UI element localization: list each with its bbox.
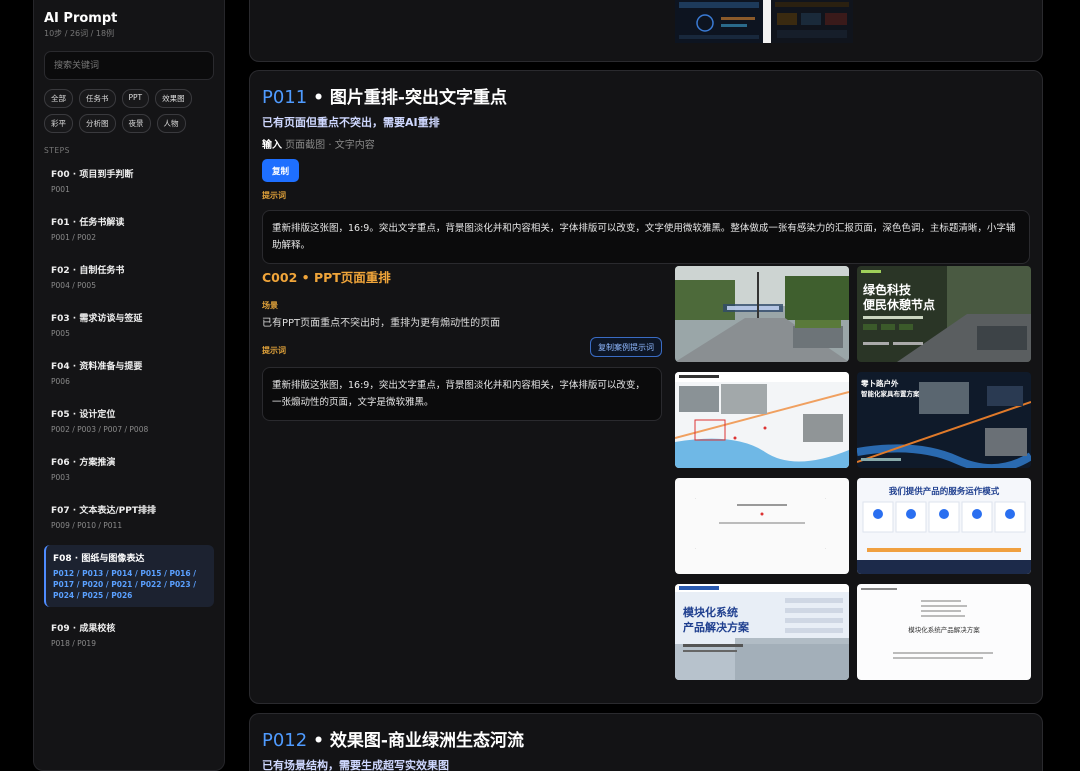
step-f05[interactable]: F05 · 设计定位 P002 / P003 / P007 / P008 (44, 401, 214, 441)
gallery-title: 绿色科技 (863, 282, 912, 297)
prompt-card-p012: P012 • 效果图-商业绿洲生态河流 已有场景结构，需要生成超写实效果图 (249, 713, 1043, 771)
prompt-title: P012 • 效果图-商业绿洲生态河流 (262, 726, 1030, 751)
case-c002: C002 • PPT页面重排 场景 已有PPT页面重点不突出时，重排为更有煽动性… (262, 267, 662, 421)
prompt-title: P011 • 图片重排-突出文字重点 (262, 83, 1030, 108)
step-f04[interactable]: F04 · 资料准备与提要 P006 (44, 353, 214, 393)
step-title: F03 · 需求访谈与签延 (51, 314, 143, 324)
input-label: 输入 (262, 140, 282, 151)
filter-chip-all[interactable]: 全部 (44, 89, 73, 108)
step-f03[interactable]: F03 · 需求访谈与签延 P005 (44, 305, 214, 345)
gallery-image-street-before[interactable] (675, 266, 849, 362)
filter-chip-ppt[interactable]: PPT (121, 89, 150, 108)
main-content: P011 • 图片重排-突出文字重点 已有页面但重点不突出，需要AI重排 输入 … (236, 0, 1080, 771)
case-title: C002 • PPT页面重排 (262, 270, 391, 285)
gallery-title: 智能化家具布置方案 (861, 389, 920, 398)
case-gallery: 绿色科技 便民休憩节点 零卜路户外 智能化家具布置方案 我们提供产品的服务运作模… (675, 266, 1031, 680)
step-title: F00 · 项目到手判断 (51, 170, 134, 180)
gallery-title: 我们提供产品的服务运作模式 (889, 486, 1000, 497)
step-f00[interactable]: F00 · 项目到手判断 P001 (44, 161, 214, 201)
step-title: F05 · 设计定位 (51, 410, 116, 420)
step-codes: P004 / P005 (51, 281, 96, 290)
steps-label: STEPS (44, 146, 70, 155)
gallery-image-street-after[interactable]: 绿色科技 便民休憩节点 (857, 266, 1031, 362)
filter-chip-render[interactable]: 效果图 (155, 89, 192, 108)
step-codes: P003 (51, 473, 70, 482)
step-codes: P009 / P010 / P011 (51, 521, 123, 530)
prompt-subtitle: 已有场景结构，需要生成超写实效果图 (262, 759, 449, 771)
step-f07[interactable]: F07 · 文本表达/PPT排排 P009 / P010 / P011 (44, 497, 214, 537)
prompt-title-text: • 图片重排-突出文字重点 (307, 88, 507, 108)
gallery-title: 产品解决方案 (683, 620, 750, 634)
previous-thumbnails (675, 0, 853, 43)
previous-prompt-card (249, 0, 1043, 62)
step-title: F06 · 方案推演 (51, 458, 116, 468)
gallery-title: 模块化系统 (683, 605, 738, 619)
scene-text: 已有PPT页面重点不突出时，重排为更有煽动性的页面 (262, 318, 501, 329)
step-f09[interactable]: F09 · 成果校核 P018 / P019 (44, 615, 214, 655)
step-codes: P018 / P019 (51, 639, 96, 648)
copy-case-prompt-button[interactable]: 复制案例提示词 (590, 337, 662, 357)
input-value: 页面截图 · 文字内容 (282, 140, 375, 151)
gallery-image-diagram-before[interactable] (675, 478, 849, 574)
thumbnail-image[interactable] (771, 0, 853, 43)
step-f08[interactable]: F08 · 图纸与图像表达 P012 / P013 / P014 / P015 … (44, 545, 214, 607)
step-title: F07 · 文本表达/PPT排排 (51, 506, 156, 516)
search-input[interactable] (44, 51, 214, 80)
step-codes: P005 (51, 329, 70, 338)
filter-chip-night[interactable]: 夜景 (121, 114, 151, 133)
step-title: F02 · 自制任务书 (51, 266, 125, 276)
gallery-title: 模块化系统产品解决方案 (908, 625, 980, 634)
filter-chip-people[interactable]: 人物 (156, 114, 186, 133)
step-codes: P006 (51, 377, 70, 386)
scene-label: 场景 (262, 301, 278, 310)
gallery-image-map-before[interactable] (675, 372, 849, 468)
copy-button[interactable]: 复制 (262, 159, 299, 182)
step-codes: P001 / P002 (51, 233, 96, 242)
step-codes: P001 (51, 185, 70, 194)
case-prompt-header: 提示词 复制案例提示词 (262, 337, 662, 363)
prompt-label: 提示词 (262, 191, 286, 200)
gallery-title: 便民休憩节点 (863, 297, 935, 312)
gallery-image-map-after[interactable]: 零卜路户外 智能化家具布置方案 (857, 372, 1031, 468)
filter-chip-brief[interactable]: 任务书 (79, 89, 116, 108)
step-f06[interactable]: F06 · 方案推演 P003 (44, 449, 214, 489)
step-title: F08 · 图纸与图像表达 (53, 554, 145, 564)
gallery-image-modular-before[interactable]: 模块化系统 产品解决方案 (675, 584, 849, 680)
step-codes: P002 / P003 / P007 / P008 (51, 425, 149, 434)
step-codes: P012 / P013 / P014 / P015 / P016 / P017 … (53, 569, 196, 600)
case-prompt-text: 重新排版这张图，16:9，突出文字重点，背景图淡化并和内容相关，字体排版可以改变… (262, 367, 662, 421)
filter-chip-analysis[interactable]: 分析图 (79, 114, 116, 133)
prompt-code: P011 (262, 87, 308, 108)
thumbnail-divider (763, 0, 771, 43)
filter-chips: 全部 任务书 PPT 效果图 彩平 分析图 夜景 人物 (44, 89, 204, 133)
app-title: AI Prompt (44, 11, 118, 26)
app-subtitle: 10步 / 26词 / 18例 (44, 29, 115, 38)
prompt-text: 重新排版这张图，16:9。突出文字重点，背景图淡化并和内容相关，字体排版可以改变… (262, 210, 1030, 264)
filter-chip-color-plan[interactable]: 彩平 (44, 114, 73, 133)
prompt-title-text: • 效果图-商业绿洲生态河流 (307, 731, 524, 751)
thumbnail-image[interactable] (675, 0, 763, 43)
input-row: 输入 页面截图 · 文字内容 (262, 136, 1030, 151)
step-title: F01 · 任务书解读 (51, 218, 125, 228)
sidebar: AI Prompt 10步 / 26词 / 18例 全部 任务书 PPT 效果图… (33, 0, 225, 771)
step-f02[interactable]: F02 · 自制任务书 P004 / P005 (44, 257, 214, 297)
step-title: F04 · 资料准备与提要 (51, 362, 143, 372)
step-f01[interactable]: F01 · 任务书解读 P001 / P002 (44, 209, 214, 249)
gallery-image-modular-after[interactable]: 模块化系统产品解决方案 (857, 584, 1031, 680)
prompt-subtitle: 已有页面但重点不突出，需要AI重排 (262, 116, 440, 129)
prompt-card-p011: P011 • 图片重排-突出文字重点 已有页面但重点不突出，需要AI重排 输入 … (249, 70, 1043, 704)
gallery-title: 零卜路户外 (860, 378, 899, 388)
step-title: F09 · 成果校核 (51, 624, 116, 634)
prompt-code: P012 (262, 730, 308, 751)
gallery-image-diagram-after[interactable]: 我们提供产品的服务运作模式 (857, 478, 1031, 574)
